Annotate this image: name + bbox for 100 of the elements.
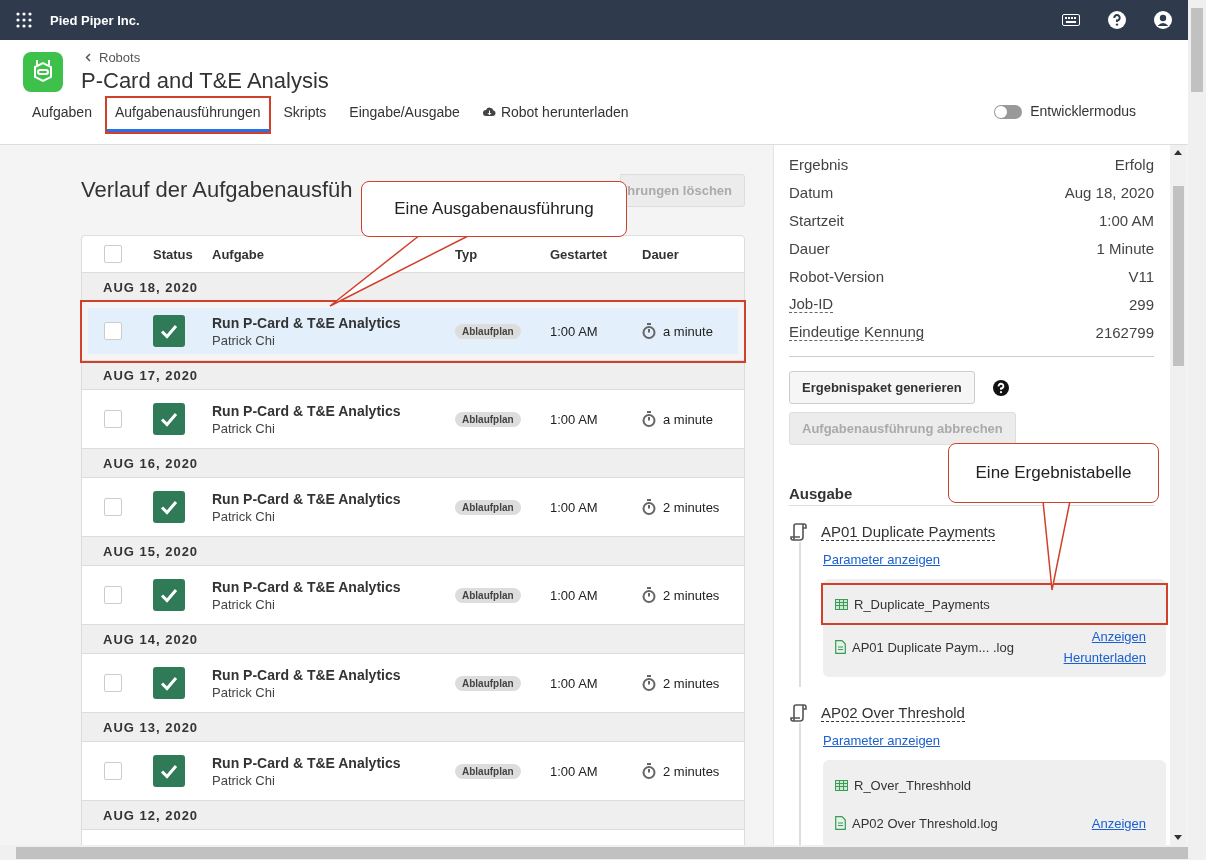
success-check-icon [153, 755, 185, 787]
row-checkbox[interactable] [104, 674, 122, 692]
start-time: 1:00 AM [550, 763, 599, 779]
stopwatch-icon [642, 675, 656, 691]
page-title: P-Card and T&E Analysis [81, 68, 329, 94]
developer-mode-toggle[interactable] [994, 105, 1023, 119]
tab[interactable]: Aufgaben [24, 100, 100, 134]
stopwatch-icon [642, 587, 656, 603]
script-scroll-icon [789, 703, 809, 723]
start-time: 1:00 AM [550, 323, 599, 339]
task-name: Run P-Card & T&E Analytics [212, 754, 402, 771]
column-header: Status [153, 246, 194, 262]
date-group-heading: AUG 14, 2020 [103, 631, 199, 647]
type-badge: Ablaufplan [455, 323, 521, 339]
scrollbar-thumb[interactable] [1172, 186, 1184, 366]
script-name[interactable]: AP02 Over Threshold [821, 704, 965, 722]
date-group-heading: AUG 15, 2020 [103, 543, 199, 559]
page-scrollbar[interactable] [1188, 0, 1206, 845]
date-group-heading: AUG 13, 2020 [103, 719, 199, 735]
duration: 2 minutes [663, 763, 720, 779]
type-badge: Ablaufplan [455, 499, 521, 515]
task-name: Run P-Card & T&E Analytics [212, 666, 402, 683]
task-name: Run P-Card & T&E Analytics [212, 490, 402, 507]
row-checkbox[interactable] [104, 762, 122, 780]
task-user: Patrick Chi [212, 596, 276, 612]
detail-label: Robot-Version [789, 267, 885, 285]
column-header: Dauer [642, 246, 680, 262]
run-row[interactable]: Run P-Card & T&E Analytics Patrick Chi Ablaufplan 1:00 AM a minute [82, 302, 744, 361]
horizontal-scrollbar[interactable] [0, 845, 1206, 860]
success-check-icon [153, 579, 185, 611]
chevron-left-icon[interactable] [85, 53, 91, 62]
detail-label: Job-ID [789, 295, 834, 313]
type-badge: Ablaufplan [455, 411, 521, 427]
view-parameters-link[interactable]: Parameter anzeigen [823, 733, 941, 748]
success-check-icon [153, 491, 185, 523]
row-checkbox[interactable] [104, 586, 122, 604]
file-link[interactable]: Anzeigen [1091, 629, 1146, 644]
stopwatch-icon [642, 499, 656, 515]
date-group-heading: AUG 12, 2020 [103, 807, 199, 823]
action-button[interactable]: Ergebnispaket generieren [789, 371, 975, 404]
scrollbar-thumb[interactable] [1191, 8, 1203, 92]
tab[interactable]: Aufgabenausführungen [106, 98, 269, 132]
table-icon [835, 779, 848, 791]
file-name: AP01 Duplicate Paym... .log [852, 639, 1014, 655]
start-time: 1:00 AM [550, 499, 599, 515]
detail-label: Startzeit [789, 211, 845, 229]
tab[interactable]: Eingabe/Ausgabe [341, 100, 468, 134]
success-check-icon [153, 315, 185, 347]
start-time: 1:00 AM [550, 587, 599, 603]
detail-label: Eindeutige Kennung [789, 323, 925, 341]
duration: 2 minutes [663, 675, 720, 691]
success-check-icon [153, 667, 185, 699]
column-header: Typ [455, 246, 479, 262]
tab[interactable]: Robot herunterladen [474, 100, 637, 134]
column-header: Gestartet [550, 246, 609, 262]
row-checkbox[interactable] [104, 322, 122, 340]
table-icon [835, 598, 848, 610]
duration: a minute [663, 411, 713, 427]
scroll-up-arrow-icon[interactable] [1174, 150, 1182, 155]
detail-value: Erfolg [1114, 155, 1154, 173]
app-grid-icon[interactable] [16, 12, 32, 28]
task-user: Patrick Chi [212, 332, 276, 348]
document-icon [835, 816, 846, 830]
task-name: Run P-Card & T&E Analytics [212, 314, 402, 331]
stopwatch-icon [642, 323, 656, 339]
task-user: Patrick Chi [212, 420, 276, 436]
callout: Eine Ausgabenausführung [361, 181, 627, 237]
file-name: R_Duplicate_Payments [854, 596, 990, 612]
breadcrumb-link[interactable]: Robots [99, 50, 141, 65]
tab[interactable]: Skripts [275, 100, 335, 134]
panel-scrollbar[interactable] [1170, 145, 1186, 845]
document-icon [835, 640, 846, 654]
start-time: 1:00 AM [550, 411, 599, 427]
duration: 2 minutes [663, 587, 720, 603]
scrollbar-thumb[interactable] [16, 846, 1188, 859]
robot-logo-icon [23, 52, 63, 92]
file-link[interactable]: Anzeigen [1091, 815, 1146, 831]
duration: a minute [663, 323, 713, 339]
stopwatch-icon [642, 763, 656, 779]
date-group-heading: AUG 18, 2020 [103, 279, 199, 295]
row-checkbox[interactable] [104, 498, 122, 516]
detail-value: Aug 18, 2020 [1064, 183, 1154, 201]
select-all-checkbox[interactable] [104, 245, 122, 263]
scroll-down-arrow-icon[interactable] [1174, 835, 1182, 840]
detail-label: Ergebnis [789, 155, 849, 173]
detail-value: 1:00 AM [1098, 211, 1154, 229]
detail-value: 2162799 [1095, 323, 1154, 341]
type-badge: Ablaufplan [455, 763, 521, 779]
script-name[interactable]: AP01 Duplicate Payments [821, 523, 996, 541]
user-icon[interactable] [1154, 11, 1172, 29]
view-parameters-link[interactable]: Parameter anzeigen [823, 552, 941, 567]
help-icon[interactable] [992, 379, 1009, 396]
column-header: Aufgabe [212, 246, 265, 262]
stopwatch-icon [642, 411, 656, 427]
help-icon[interactable] [1108, 11, 1126, 29]
keyboard-icon[interactable] [1062, 14, 1080, 26]
start-time: 1:00 AM [550, 675, 599, 691]
type-badge: Ablaufplan [455, 675, 521, 691]
file-link[interactable]: Herunterladen [1063, 650, 1146, 665]
row-checkbox[interactable] [104, 410, 122, 428]
